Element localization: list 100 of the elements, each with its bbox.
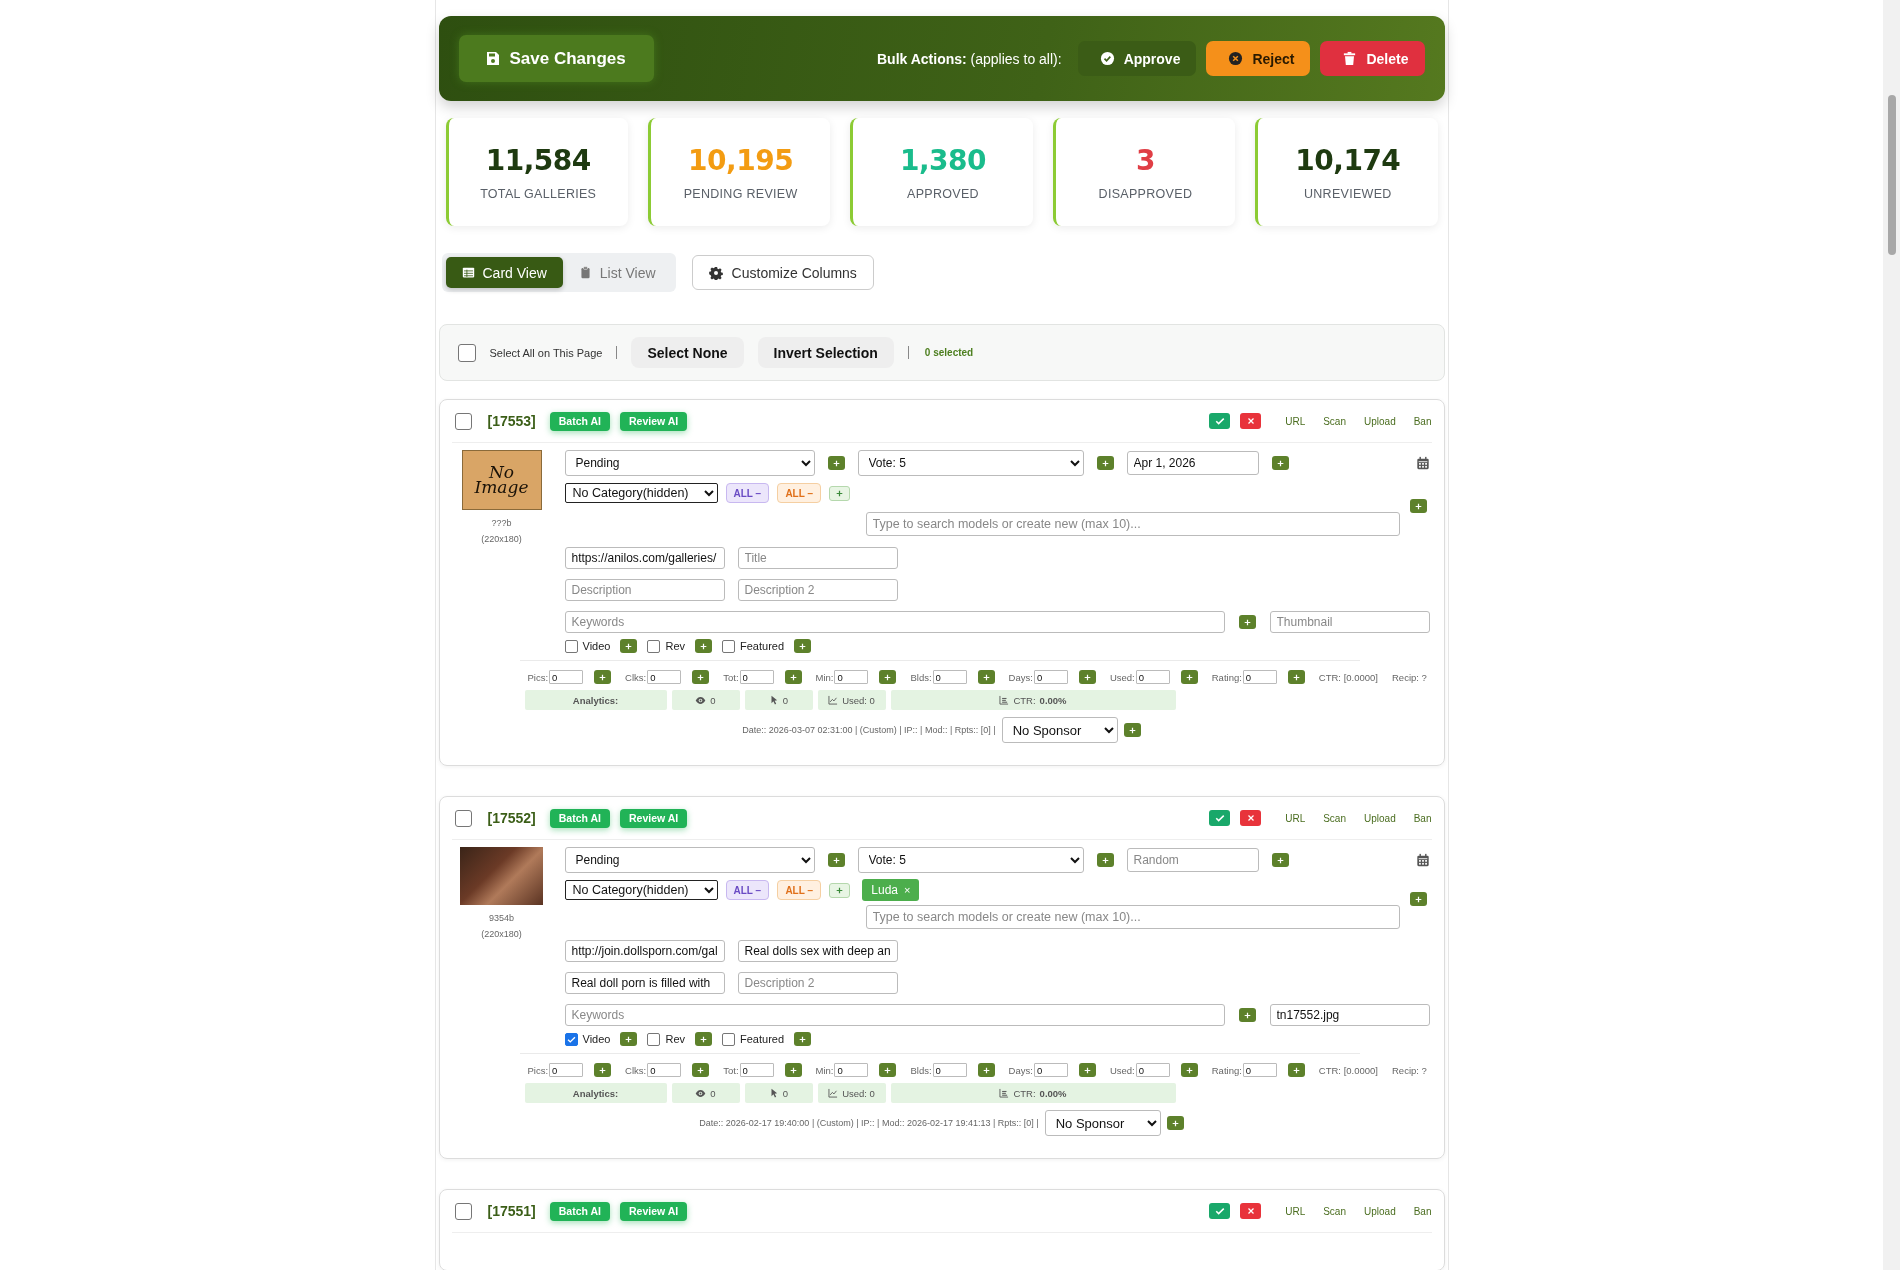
add-button[interactable] [879, 1063, 897, 1077]
keywords-field[interactable]: Keywords [564, 1004, 1225, 1026]
customize-columns-button[interactable]: Customize Columns [691, 255, 874, 290]
category-select[interactable]: No Category(hidden) [564, 483, 718, 503]
metric-field[interactable]: 0 [549, 1063, 584, 1077]
add-button[interactable] [1409, 499, 1427, 513]
add-button[interactable] [794, 1032, 812, 1046]
reject-button[interactable]: Reject [1206, 41, 1311, 76]
metric-field[interactable]: 0 [1033, 1063, 1068, 1077]
flag-checkbox[interactable] [564, 1032, 578, 1046]
flag-checkbox[interactable] [722, 639, 735, 653]
flag-checkbox[interactable] [564, 639, 578, 653]
vote-select[interactable]: Vote: 5 [857, 847, 1084, 873]
approve-button[interactable]: Approve [1077, 41, 1197, 76]
add-button[interactable] [1287, 670, 1305, 684]
metric-field[interactable]: 0 [739, 670, 774, 684]
approve-button[interactable] [1209, 413, 1231, 429]
title-field[interactable]: Title [737, 547, 898, 569]
add-button[interactable] [977, 670, 995, 684]
thumbnail-field[interactable]: Thumbnail [1269, 611, 1430, 633]
category-select[interactable]: No Category(hidden) [564, 880, 718, 900]
description-field[interactable]: Real doll porn is filled with [564, 972, 725, 994]
action-link[interactable]: Scan [1323, 812, 1346, 824]
reject-button[interactable] [1240, 810, 1262, 826]
save-button[interactable]: Save Changes [458, 35, 654, 82]
gallery-checkbox[interactable] [454, 1202, 472, 1220]
action-link[interactable]: Upload [1364, 415, 1396, 427]
add-button[interactable] [784, 1063, 802, 1077]
sponsor-select[interactable]: No Sponsor [1001, 717, 1118, 743]
scrollbar-thumb[interactable] [1888, 95, 1896, 255]
delete-button[interactable]: Delete [1320, 41, 1425, 76]
action-link[interactable]: Upload [1364, 812, 1396, 824]
select-all-checkbox[interactable] [457, 343, 476, 362]
add-button[interactable] [1096, 853, 1114, 867]
add-button[interactable] [827, 853, 845, 867]
metric-field[interactable]: 0 [1135, 670, 1170, 684]
metric-field[interactable]: 0 [1242, 1063, 1277, 1077]
metric-field[interactable]: 0 [1135, 1063, 1170, 1077]
add-button[interactable] [1166, 1116, 1184, 1130]
all-tag[interactable]: ALL − [725, 483, 770, 503]
action-link[interactable]: URL [1285, 1205, 1306, 1217]
gallery-checkbox[interactable] [454, 809, 472, 827]
add-button[interactable] [827, 456, 845, 470]
date-field[interactable]: Apr 1, 2026 [1126, 451, 1259, 475]
flag-checkbox[interactable] [647, 639, 661, 653]
add-button[interactable] [620, 639, 638, 653]
action-link[interactable]: Ban [1413, 812, 1432, 824]
add-button[interactable] [794, 639, 812, 653]
metric-field[interactable]: 0 [932, 1063, 967, 1077]
add-button[interactable] [829, 485, 851, 501]
flag-checkbox[interactable] [722, 1032, 735, 1046]
action-link[interactable]: URL [1285, 415, 1306, 427]
metric-field[interactable]: 0 [549, 670, 584, 684]
invert-selection-button[interactable]: Invert Selection [757, 337, 894, 368]
add-button[interactable] [1238, 1008, 1256, 1022]
add-button[interactable] [1271, 456, 1289, 470]
action-link[interactable]: Upload [1364, 1205, 1396, 1217]
approve-button[interactable] [1209, 1203, 1231, 1219]
description-2-field[interactable]: Description 2 [737, 579, 898, 601]
select-none-button[interactable]: Select None [631, 337, 744, 368]
action-link[interactable]: Ban [1413, 1205, 1432, 1217]
add-button[interactable] [977, 1063, 995, 1077]
add-button[interactable] [594, 1063, 612, 1077]
metric-field[interactable]: 0 [932, 670, 967, 684]
model-search-field[interactable]: Type to search models or create new (max 10)... [865, 905, 1400, 929]
add-button[interactable] [692, 670, 710, 684]
add-button[interactable] [1180, 670, 1198, 684]
metric-field[interactable]: 0 [834, 1063, 869, 1077]
status-select[interactable]: Pending [564, 450, 815, 476]
metric-field[interactable]: 0 [1033, 670, 1068, 684]
add-button[interactable] [620, 1032, 638, 1046]
add-button[interactable] [1078, 1063, 1096, 1077]
add-button[interactable] [1078, 670, 1096, 684]
vote-select[interactable]: Vote: 5 [857, 450, 1084, 476]
model-search-field[interactable]: Type to search models or create new (max 10)... [865, 512, 1400, 536]
url-field[interactable]: https://anilos.com/galleries/ [564, 547, 725, 569]
keywords-field[interactable]: Keywords [564, 611, 1225, 633]
add-button[interactable] [594, 670, 612, 684]
flag-checkbox[interactable] [647, 1032, 661, 1046]
add-button[interactable] [1409, 892, 1427, 906]
action-link[interactable]: URL [1285, 812, 1306, 824]
description-2-field[interactable]: Description 2 [737, 972, 898, 994]
action-link[interactable]: Ban [1413, 415, 1432, 427]
add-button[interactable] [1123, 723, 1141, 737]
add-button[interactable] [829, 882, 851, 898]
add-button[interactable] [1180, 1063, 1198, 1077]
url-field[interactable]: http://join.dollsporn.com/gal [564, 940, 725, 962]
view-tab[interactable]: List View [562, 257, 672, 288]
add-button[interactable] [1287, 1063, 1305, 1077]
title-field[interactable]: Real dolls sex with deep an [737, 940, 898, 962]
metric-field[interactable]: 0 [647, 670, 682, 684]
action-link[interactable]: Scan [1323, 1205, 1346, 1217]
thumbnail-field[interactable]: tn17552.jpg [1269, 1004, 1430, 1026]
metric-field[interactable]: 0 [1242, 670, 1277, 684]
add-button[interactable] [1096, 456, 1114, 470]
date-field[interactable]: Random [1126, 848, 1259, 872]
action-link[interactable]: Scan [1323, 415, 1346, 427]
reject-button[interactable] [1240, 413, 1262, 429]
reject-button[interactable] [1240, 1203, 1262, 1219]
add-button[interactable] [1238, 615, 1256, 629]
